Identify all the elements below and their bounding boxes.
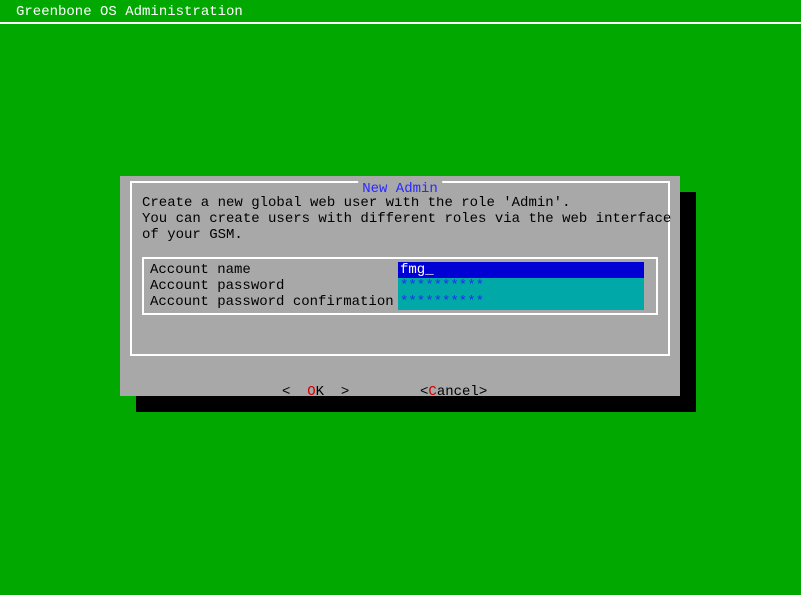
ok-bracket-after: K > [316, 384, 350, 400]
account-password-label: Account password [150, 278, 398, 294]
cancel-bracket-after: ancel> [437, 384, 487, 400]
account-password-confirm-row: Account password confirmation ********** [150, 294, 650, 310]
cancel-hotkey: C [428, 384, 436, 400]
account-name-label: Account name [150, 262, 398, 278]
page-title: Greenbone OS Administration [16, 4, 243, 20]
form-box: Account name fmg_ Account password *****… [142, 257, 658, 315]
header-divider [0, 22, 801, 24]
description-line-1: Create a new global web user with the ro… [142, 195, 658, 211]
account-name-input[interactable]: fmg_ [398, 262, 644, 278]
dialog-title: New Admin [358, 181, 442, 197]
dialog-content: Create a new global web user with the ro… [132, 183, 668, 325]
account-password-row: Account password ********** [150, 278, 650, 294]
description-line-2: You can create users with different role… [142, 211, 658, 227]
dialog-border: New Admin Create a new global web user w… [130, 181, 670, 356]
account-password-input[interactable]: ********** [398, 278, 644, 294]
account-password-confirm-label: Account password confirmation [150, 294, 398, 310]
ok-hotkey: O [307, 384, 315, 400]
account-password-confirm-input[interactable]: ********** [398, 294, 644, 310]
description-line-3: of your GSM. [142, 227, 658, 243]
cancel-button[interactable]: <Cancel> [420, 384, 487, 400]
account-name-row: Account name fmg_ [150, 262, 650, 278]
new-admin-dialog: New Admin Create a new global web user w… [120, 176, 680, 396]
ok-bracket-before: < [282, 384, 307, 400]
ok-button[interactable]: < OK > [282, 384, 349, 400]
